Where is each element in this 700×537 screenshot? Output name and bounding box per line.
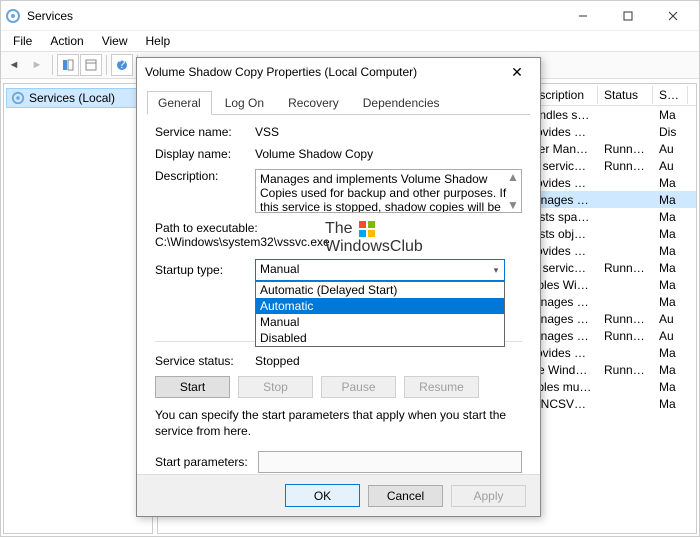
tab-general[interactable]: General: [147, 91, 212, 115]
option-disabled[interactable]: Disabled: [256, 330, 504, 346]
tab-dependencies[interactable]: Dependencies: [352, 91, 451, 115]
label-description: Description:: [155, 169, 255, 183]
dialog-close-button[interactable]: ✕: [502, 64, 532, 81]
maximize-button[interactable]: [605, 2, 650, 30]
show-hide-tree-button[interactable]: [57, 54, 79, 76]
option-manual[interactable]: Manual: [256, 314, 504, 330]
value-display-name: Volume Shadow Copy: [255, 147, 522, 161]
option-auto-delayed[interactable]: Automatic (Delayed Start): [256, 282, 504, 298]
menu-file[interactable]: File: [5, 32, 40, 50]
dialog-titlebar: Volume Shadow Copy Properties (Local Com…: [137, 58, 540, 86]
dialog-title: Volume Shadow Copy Properties (Local Com…: [145, 65, 502, 79]
col-startup[interactable]: Sta...: [653, 86, 688, 104]
menu-action[interactable]: Action: [42, 32, 91, 50]
start-button[interactable]: Start: [155, 376, 230, 398]
menubar: File Action View Help: [1, 31, 699, 51]
cancel-button[interactable]: Cancel: [368, 485, 443, 507]
label-service-name: Service name:: [155, 125, 255, 139]
properties-dialog: Volume Shadow Copy Properties (Local Com…: [136, 57, 541, 517]
col-status[interactable]: Status: [598, 86, 653, 104]
startup-type-value: Manual: [255, 259, 505, 281]
window-title: Services: [27, 9, 560, 23]
services-icon: [11, 91, 25, 105]
services-icon: [5, 8, 21, 24]
tree-item-label: Services (Local): [29, 91, 115, 105]
svg-text:?: ?: [119, 59, 126, 71]
titlebar: Services: [1, 1, 699, 31]
description-scrollbar[interactable]: ▲▼: [505, 170, 521, 212]
dialog-footer: OK Cancel Apply: [137, 474, 540, 516]
option-automatic[interactable]: Automatic: [256, 298, 504, 314]
tab-recovery[interactable]: Recovery: [277, 91, 350, 115]
ok-button[interactable]: OK: [285, 484, 360, 507]
value-path: C:\Windows\system32\vssvc.exe: [155, 235, 522, 249]
label-startup-type: Startup type:: [155, 263, 255, 277]
start-params-input[interactable]: [258, 451, 522, 473]
resume-button: Resume: [404, 376, 479, 398]
description-box[interactable]: Manages and implements Volume Shadow Cop…: [255, 169, 522, 213]
startup-type-dropdown[interactable]: Automatic (Delayed Start) Automatic Manu…: [255, 281, 505, 347]
chevron-down-icon[interactable]: ▾: [488, 260, 504, 280]
startup-type-combo[interactable]: Manual ▾ Automatic (Delayed Start) Autom…: [255, 259, 505, 281]
forward-button[interactable]: ►: [26, 54, 48, 76]
label-path: Path to executable:: [155, 221, 522, 235]
start-params-note: You can specify the start parameters tha…: [155, 408, 522, 439]
value-service-status: Stopped: [255, 354, 300, 368]
label-service-status: Service status:: [155, 354, 255, 368]
tabstrip: General Log On Recovery Dependencies: [147, 90, 530, 115]
pause-button: Pause: [321, 376, 396, 398]
tree-item-services-local[interactable]: Services (Local): [6, 88, 150, 108]
tab-logon[interactable]: Log On: [214, 91, 275, 115]
help-button[interactable]: ?: [111, 54, 133, 76]
back-button[interactable]: ◄: [3, 54, 25, 76]
export-list-button[interactable]: [80, 54, 102, 76]
stop-button: Stop: [238, 376, 313, 398]
menu-help[interactable]: Help: [138, 32, 179, 50]
apply-button: Apply: [451, 485, 526, 507]
menu-view[interactable]: View: [94, 32, 136, 50]
close-button[interactable]: [650, 2, 695, 30]
value-service-name: VSS: [255, 125, 522, 139]
description-text: Manages and implements Volume Shadow Cop…: [260, 172, 506, 213]
minimize-button[interactable]: [560, 2, 605, 30]
label-start-params: Start parameters:: [155, 455, 248, 469]
label-display-name: Display name:: [155, 147, 255, 161]
tree-pane: Services (Local): [3, 83, 153, 534]
